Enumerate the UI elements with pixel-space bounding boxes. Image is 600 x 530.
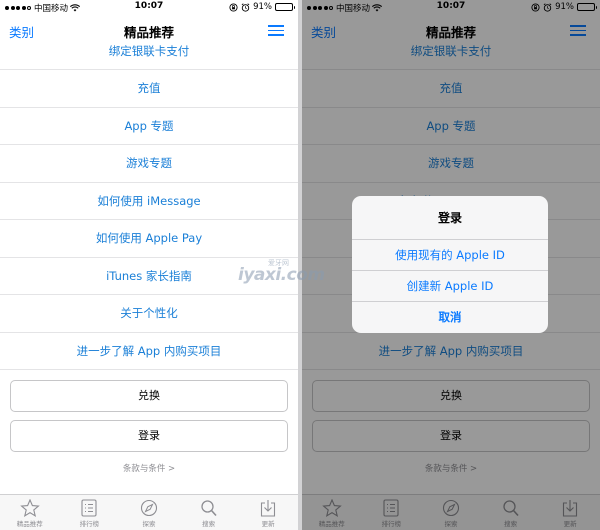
tab-updates[interactable]: 更新: [238, 495, 298, 530]
menu-item-in-app-purchases[interactable]: 进一步了解 App 内购买项目: [0, 333, 298, 370]
tab-label: 搜索: [202, 520, 216, 528]
search-icon: [200, 500, 217, 517]
screenshot-root: 中国移动 10:07 91% 类别 精品推荐 绑定银联卡支付 充值 App 专题…: [0, 0, 600, 530]
tab-featured[interactable]: 精品推荐: [0, 495, 60, 530]
battery-percent: 91%: [253, 2, 272, 12]
menu-item-top-up[interactable]: 充值: [0, 70, 298, 108]
menu-item-game-topics[interactable]: 游戏专题: [0, 145, 298, 183]
redeem-button[interactable]: 兑换: [10, 380, 288, 412]
menu-item-app-topics[interactable]: App 专题: [0, 108, 298, 145]
star-icon: [20, 499, 40, 517]
menu-item-personalization[interactable]: 关于个性化: [0, 295, 298, 333]
tab-label: 更新: [261, 520, 275, 528]
alarm-icon: [241, 2, 250, 12]
alert-title: 登录: [352, 196, 548, 240]
tab-search[interactable]: 搜索: [179, 495, 239, 530]
list-icon: [81, 499, 97, 517]
cancel-button[interactable]: 取消: [352, 302, 548, 333]
tab-label: 排行榜: [79, 520, 100, 528]
menu-item-bind-unionpay[interactable]: 绑定银联卡支付: [0, 44, 298, 70]
menu-item-apple-pay[interactable]: 如何使用 Apple Pay: [0, 220, 298, 258]
download-icon: [261, 500, 276, 517]
menu-item-imessage[interactable]: 如何使用 iMessage: [0, 183, 298, 220]
battery-icon: [275, 3, 295, 11]
page-title: 精品推荐: [123, 25, 174, 40]
create-new-apple-id-button[interactable]: 创建新 Apple ID: [352, 271, 548, 302]
sign-in-button[interactable]: 登录: [10, 420, 288, 452]
tab-explore[interactable]: 探索: [119, 495, 179, 530]
tab-label: 精品推荐: [16, 520, 43, 528]
use-existing-apple-id-button[interactable]: 使用现有的 Apple ID: [352, 240, 548, 271]
navigation-bar: 类别 精品推荐: [0, 14, 298, 46]
tab-label: 探索: [142, 520, 156, 528]
quick-links-list: 绑定银联卡支付 充值 App 专题 游戏专题 如何使用 iMessage 如何使…: [0, 44, 298, 370]
tab-charts[interactable]: 排行榜: [60, 495, 120, 530]
site-watermark: 爱牙网 iyaxi.com: [238, 258, 348, 296]
status-right-group: 91%: [229, 2, 295, 12]
terms-link[interactable]: 条款与条件 >: [0, 462, 298, 474]
status-bar: 中国移动 10:07 91%: [0, 0, 298, 14]
lock-rotation-icon: [229, 2, 238, 12]
list-menu-icon[interactable]: [268, 25, 284, 36]
sign-in-alert: 登录 使用现有的 Apple ID 创建新 Apple ID 取消: [352, 196, 548, 333]
compass-icon: [140, 499, 158, 517]
tab-bar: 精品推荐 排行榜 探索 搜索 更新: [0, 494, 298, 530]
watermark-text: iyaxi.com: [238, 265, 325, 285]
